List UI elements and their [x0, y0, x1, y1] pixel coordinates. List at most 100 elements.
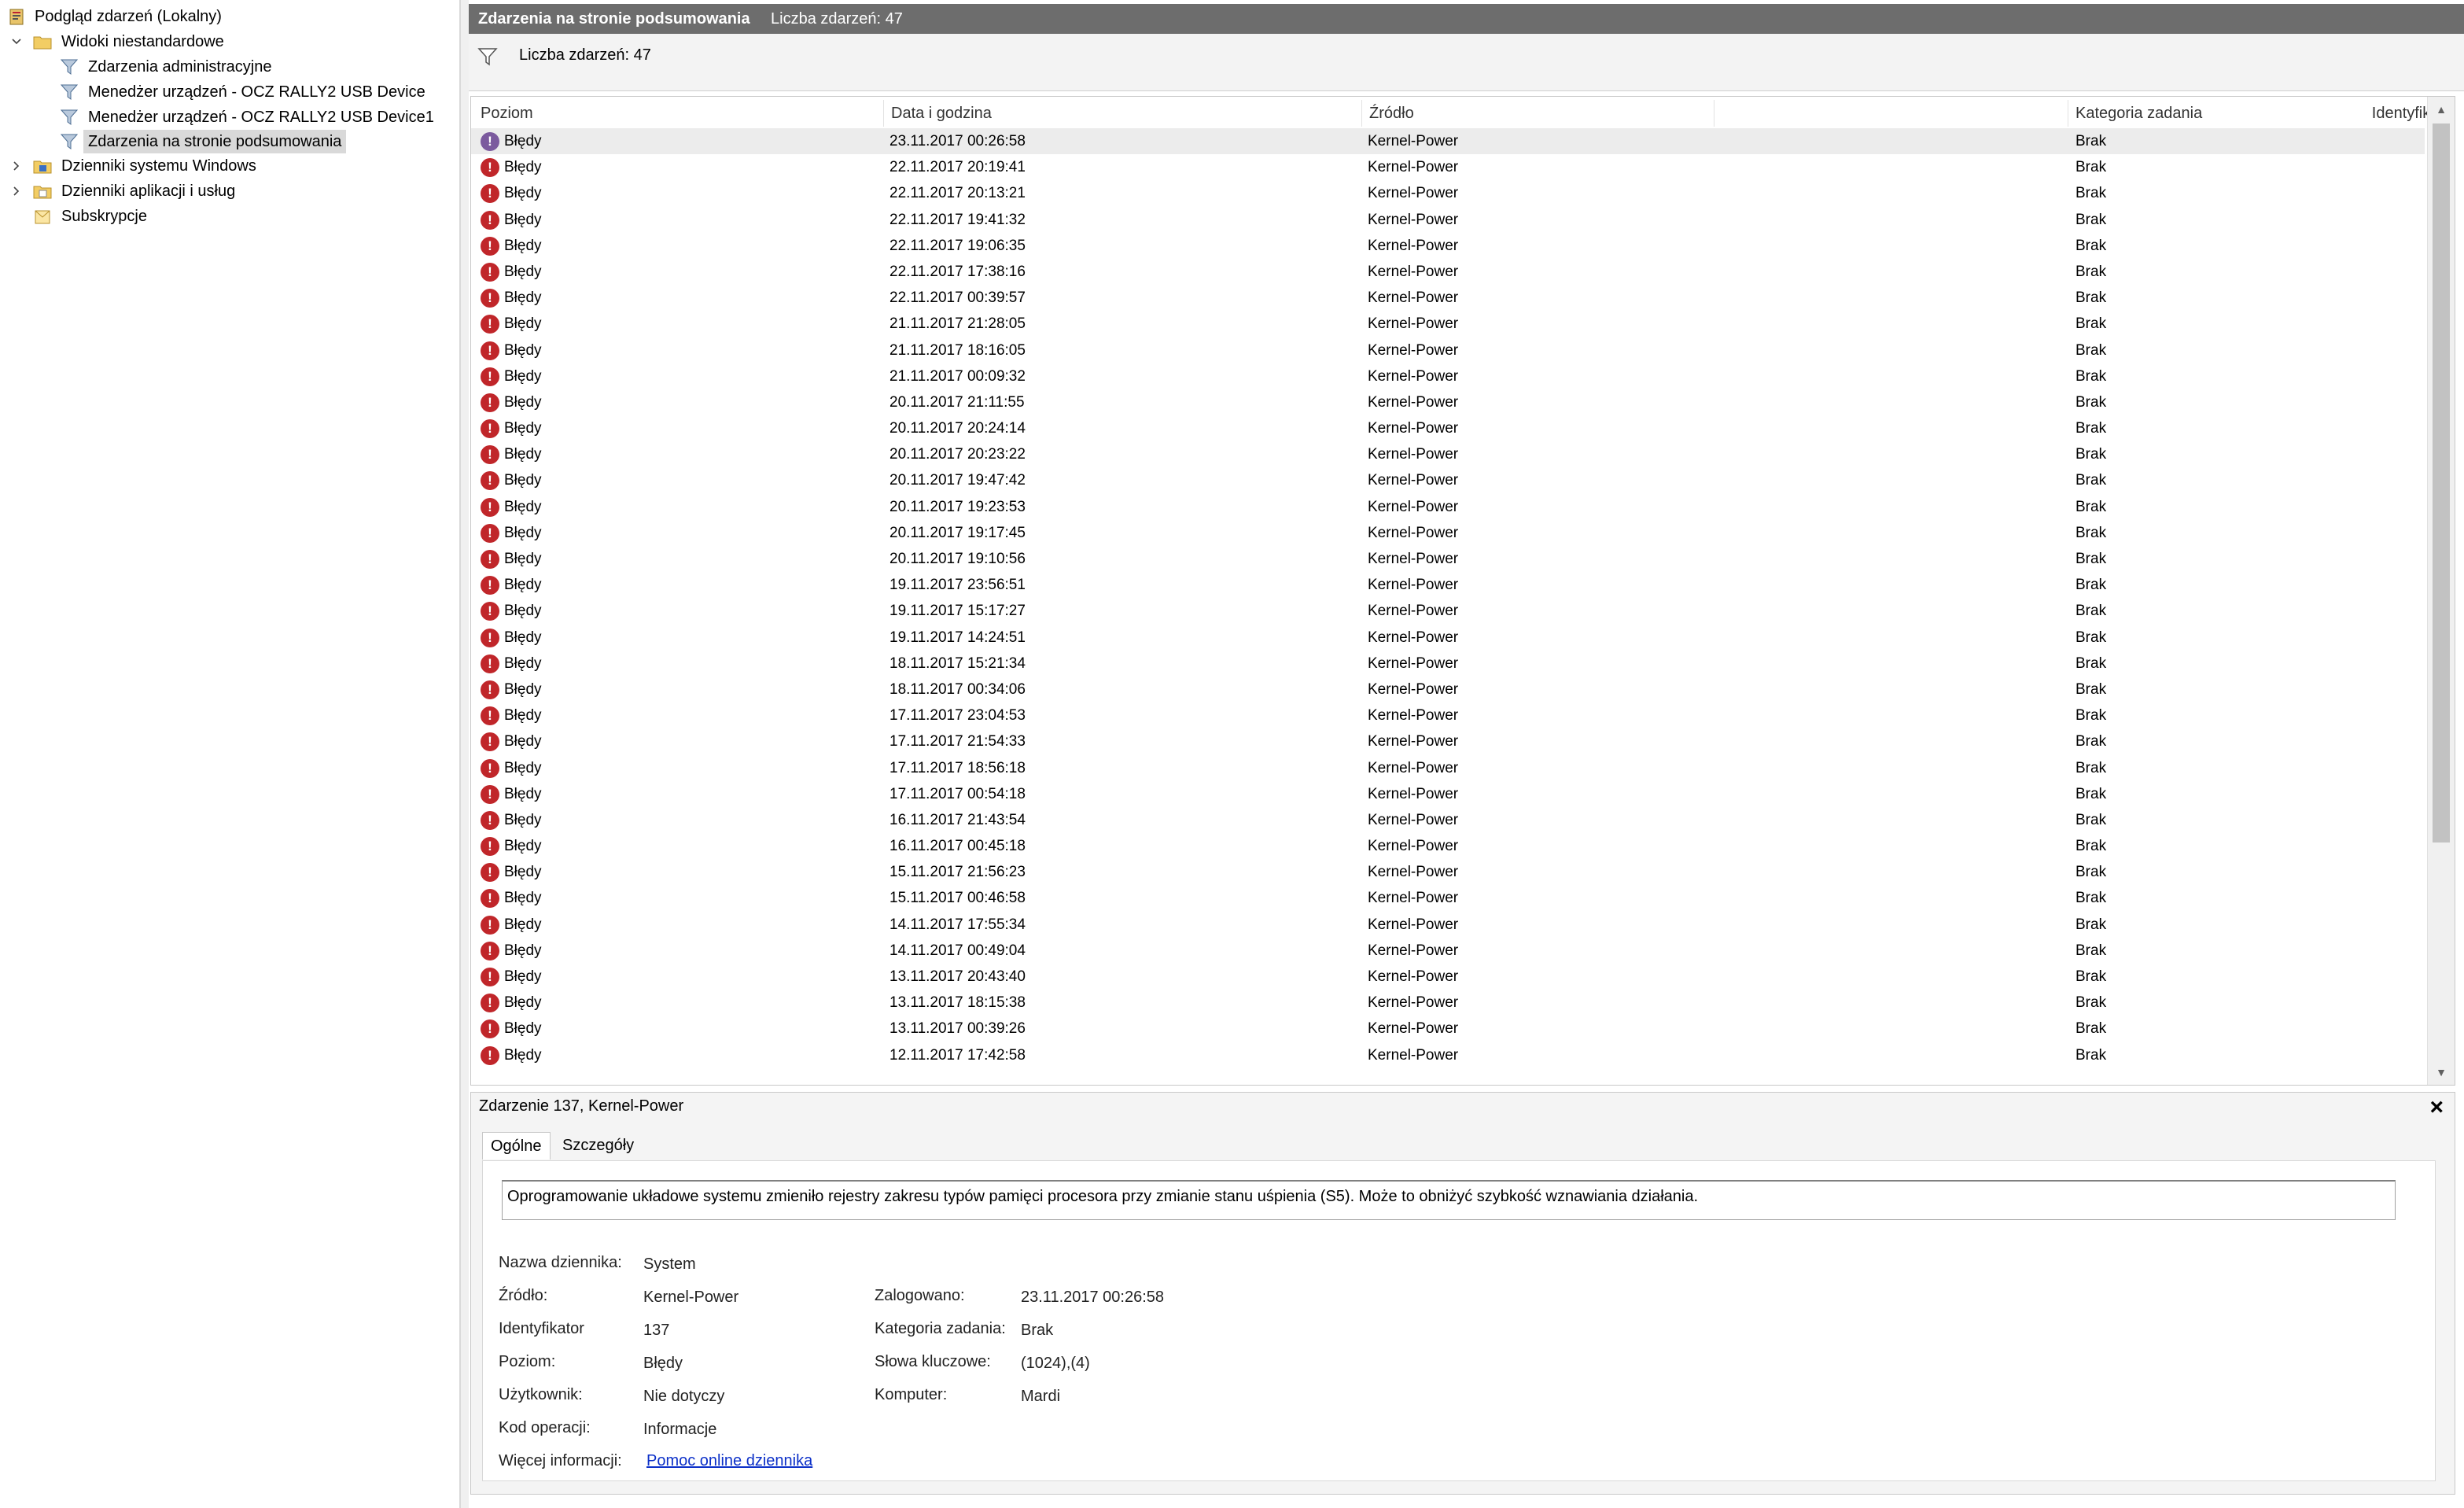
cell-source: Kernel-Power — [1368, 890, 1459, 907]
table-row[interactable]: Błędy12.11.2017 17:42:58Kernel-Power137B… — [471, 1042, 2425, 1068]
error-icon — [481, 262, 499, 282]
cell-level: Błędy — [481, 807, 542, 833]
table-row[interactable]: Błędy13.11.2017 20:43:40Kernel-Power137B… — [471, 964, 2425, 990]
cell-level-text: Błędy — [504, 185, 542, 202]
error-icon — [481, 1019, 499, 1039]
table-row[interactable]: Błędy18.11.2017 00:34:06Kernel-Power137B… — [471, 677, 2425, 702]
table-row[interactable]: Błędy13.11.2017 18:15:38Kernel-Power137B… — [471, 990, 2425, 1016]
error-icon — [481, 994, 499, 1013]
table-row[interactable]: Błędy22.11.2017 20:19:41Kernel-Power137B… — [471, 154, 2425, 180]
table-row[interactable]: Błędy22.11.2017 19:06:35Kernel-Power137B… — [471, 233, 2425, 259]
column-header-source[interactable]: Źródło — [1369, 97, 1414, 128]
tree-label: Menedżer urządzeń - OCZ RALLY2 USB Devic… — [88, 83, 425, 101]
table-row[interactable]: Błędy20.11.2017 20:23:22Kernel-Power137B… — [471, 441, 2425, 467]
tab-details[interactable]: Szczegóły — [554, 1132, 642, 1159]
table-row[interactable]: Błędy14.11.2017 00:49:04Kernel-Power137B… — [471, 938, 2425, 964]
cell-date: 13.11.2017 18:15:38 — [889, 994, 1026, 1012]
tree-item-admin-events[interactable]: Zdarzenia administracyjne — [0, 55, 456, 79]
tree-item-subscriptions[interactable]: Subskrypcje — [0, 205, 456, 228]
cell-date: 19.11.2017 15:17:27 — [889, 603, 1026, 620]
table-row[interactable]: Błędy15.11.2017 00:46:58Kernel-Power137B… — [471, 885, 2425, 911]
details-body: Oprogramowanie układowe systemu zmieniło… — [482, 1160, 2436, 1481]
cell-level: Błędy — [481, 677, 542, 702]
column-header-level[interactable]: Poziom — [481, 97, 533, 128]
table-row[interactable]: Błędy17.11.2017 18:56:18Kernel-Power137B… — [471, 755, 2425, 781]
table-row[interactable]: Błędy13.11.2017 00:39:26Kernel-Power137B… — [471, 1016, 2425, 1042]
cell-source: Kernel-Power — [1368, 968, 1459, 985]
error-icon — [481, 968, 499, 986]
table-row[interactable]: Błędy19.11.2017 23:56:51Kernel-Power137B… — [471, 572, 2425, 598]
table-row[interactable]: Błędy20.11.2017 21:11:55Kernel-Power137B… — [471, 389, 2425, 415]
table-row[interactable]: Błędy16.11.2017 21:43:54Kernel-Power137B… — [471, 807, 2425, 833]
table-row[interactable]: Błędy21.11.2017 18:16:05Kernel-Power137B… — [471, 337, 2425, 363]
cell-task-category: Brak — [2075, 864, 2107, 881]
column-header-task-category[interactable]: Kategoria zadania — [2075, 97, 2202, 128]
table-row[interactable]: Błędy17.11.2017 21:54:33Kernel-Power137B… — [471, 728, 2425, 754]
table-row[interactable]: Błędy15.11.2017 21:56:23Kernel-Power137B… — [471, 859, 2425, 885]
tree-item-device-manager-2[interactable]: Menedżer urządzeń - OCZ RALLY2 USB Devic… — [0, 105, 456, 129]
table-row[interactable]: Błędy18.11.2017 15:21:34Kernel-Power137B… — [471, 651, 2425, 677]
table-row[interactable]: Błędy20.11.2017 19:10:56Kernel-Power137B… — [471, 546, 2425, 572]
tree-item-root[interactable]: Podgląd zdarzeń (Lokalny) — [0, 5, 456, 28]
tree-item-summary-events[interactable]: Zdarzenia na stronie podsumowania — [0, 130, 456, 153]
table-row[interactable]: Błędy20.11.2017 19:23:53Kernel-Power137B… — [471, 494, 2425, 520]
error-icon — [481, 497, 499, 517]
column-divider[interactable] — [1361, 100, 1362, 127]
pane-splitter[interactable] — [461, 0, 469, 1508]
chevron-right-icon[interactable] — [11, 186, 22, 197]
error-icon — [481, 523, 499, 543]
tree-item-app-logs[interactable]: Dzienniki aplikacji i usług — [0, 179, 456, 203]
online-help-link[interactable]: Pomoc online dziennika — [646, 1452, 812, 1470]
cell-level-text: Błędy — [504, 680, 542, 698]
table-row[interactable]: Błędy16.11.2017 00:45:18Kernel-Power137B… — [471, 833, 2425, 859]
table-row[interactable]: Błędy20.11.2017 19:47:42Kernel-Power137B… — [471, 467, 2425, 493]
table-row[interactable]: Błędy21.11.2017 00:09:32Kernel-Power137B… — [471, 363, 2425, 389]
table-row[interactable]: Błędy22.11.2017 17:38:16Kernel-Power137B… — [471, 259, 2425, 285]
cell-source: Kernel-Power — [1368, 680, 1459, 698]
cell-date: 14.11.2017 17:55:34 — [889, 916, 1026, 933]
error-icon — [481, 915, 499, 935]
error-icon — [481, 1045, 499, 1065]
table-row[interactable]: Błędy21.11.2017 21:28:05Kernel-Power137B… — [471, 311, 2425, 337]
chevron-down-icon[interactable] — [11, 36, 22, 47]
table-row[interactable]: Błędy17.11.2017 23:04:53Kernel-Power137B… — [471, 702, 2425, 728]
folder-icon — [33, 157, 52, 175]
scroll-down-icon[interactable]: ▼ — [2428, 1061, 2455, 1083]
tree-item-device-manager-1[interactable]: Menedżer urządzeń - OCZ RALLY2 USB Devic… — [0, 80, 456, 104]
cell-level: Błędy — [481, 598, 542, 624]
value-event-id: 137 — [643, 1322, 670, 1339]
cell-task-category: Brak — [2075, 420, 2107, 437]
table-row[interactable]: Błędy20.11.2017 19:17:45Kernel-Power137B… — [471, 520, 2425, 546]
cell-task-category: Brak — [2075, 341, 2107, 359]
table-row[interactable]: Błędy22.11.2017 20:13:21Kernel-Power137B… — [471, 180, 2425, 206]
vertical-scrollbar[interactable]: ▲ ▼ — [2427, 97, 2455, 1085]
tab-general[interactable]: Ogólne — [482, 1132, 551, 1160]
table-row[interactable]: Błędy20.11.2017 20:24:14Kernel-Power137B… — [471, 415, 2425, 441]
table-row[interactable]: Błędy19.11.2017 15:17:27Kernel-Power137B… — [471, 598, 2425, 624]
tree-item-custom-views[interactable]: Widoki niestandardowe — [0, 30, 456, 53]
table-row[interactable]: Błędy19.11.2017 14:24:51Kernel-Power137B… — [471, 625, 2425, 651]
tree-label: Podgląd zdarzeń (Lokalny) — [35, 8, 222, 25]
cell-level: Błędy — [481, 520, 542, 546]
cell-level: Błędy — [481, 180, 542, 206]
table-row[interactable]: Błędy22.11.2017 00:39:57Kernel-Power137B… — [471, 285, 2425, 311]
scrollbar-thumb[interactable] — [2433, 124, 2450, 842]
cell-date: 17.11.2017 00:54:18 — [889, 785, 1026, 802]
column-header-date[interactable]: Data i godzina — [891, 97, 992, 128]
event-description[interactable]: Oprogramowanie układowe systemu zmieniło… — [502, 1180, 2396, 1220]
column-divider[interactable] — [883, 100, 884, 127]
cell-source: Kernel-Power — [1368, 1020, 1459, 1038]
value-computer: Mardi — [1021, 1388, 1061, 1405]
table-row[interactable]: Błędy17.11.2017 00:54:18Kernel-Power137B… — [471, 781, 2425, 807]
table-row[interactable]: Błędy23.11.2017 00:26:58Kernel-Power137B… — [471, 128, 2425, 155]
cell-task-category: Brak — [2075, 263, 2107, 280]
close-icon[interactable]: × — [2429, 1094, 2444, 1121]
cell-source: Kernel-Power — [1368, 289, 1459, 307]
cell-level: Błędy — [481, 337, 542, 363]
table-row[interactable]: Błędy14.11.2017 17:55:34Kernel-Power137B… — [471, 912, 2425, 938]
table-row[interactable]: Błędy22.11.2017 19:41:32Kernel-Power137B… — [471, 207, 2425, 233]
tree-item-windows-logs[interactable]: Dzienniki systemu Windows — [0, 154, 456, 178]
chevron-right-icon[interactable] — [11, 160, 22, 171]
scroll-up-icon[interactable]: ▲ — [2428, 98, 2455, 120]
cell-level: Błędy — [481, 128, 542, 154]
